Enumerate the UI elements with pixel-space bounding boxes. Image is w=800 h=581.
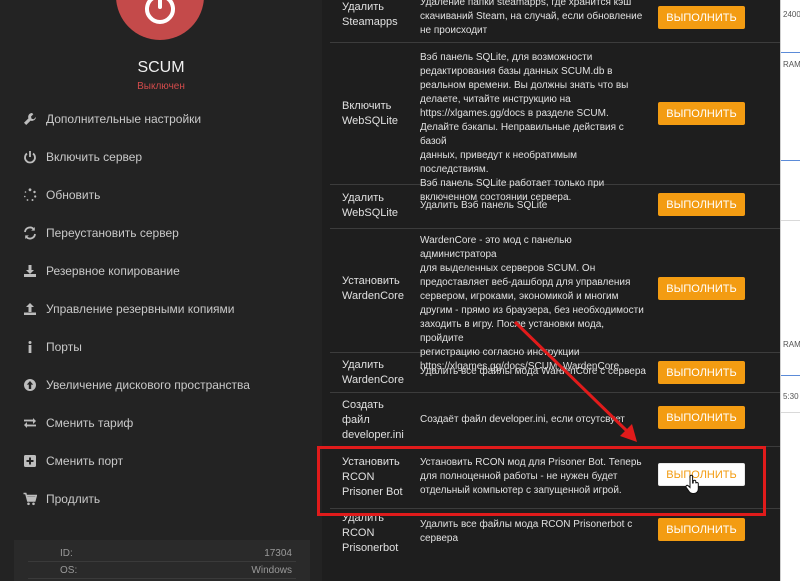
annotation-arrow-icon <box>513 320 637 442</box>
hand-cursor-icon <box>685 474 699 494</box>
